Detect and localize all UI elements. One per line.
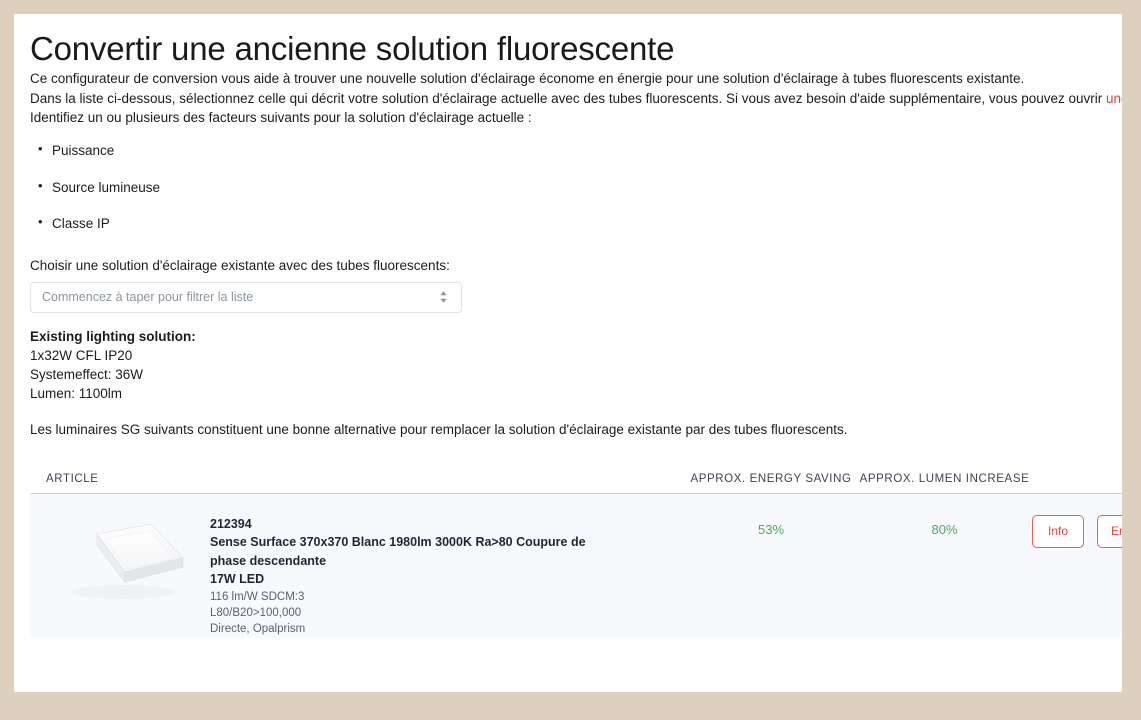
product-power: 17W LED (210, 572, 265, 587)
product-sku: 212394 (210, 516, 252, 531)
factor-list-item: Source lumineuse (38, 177, 1122, 198)
existing-solution-line-2: Systemeffect: 36W (30, 366, 144, 382)
solution-select-label: Choisir une solution d'éclairage existan… (30, 257, 450, 273)
cell-lumen-increase: 80% (931, 521, 958, 537)
page-viewport: Convertir une ancienne solution fluoresc… (0, 0, 1141, 720)
cell-energy-saving: 53% (757, 521, 785, 537)
cell-article: 212394 Sense Surface 370x370 Blanc 1980l… (30, 508, 685, 638)
product-spec-optics: Directe, Opalprism (210, 623, 306, 636)
existing-solution-block: Existing lighting solution: 1x32W CFL IP… (30, 327, 1122, 403)
factor-list: Puissance Source lumineuse Classe IP (30, 140, 1122, 234)
alternatives-intro-text: Les luminaires SG suivants constituent u… (30, 421, 848, 437)
product-info: 212394 Sense Surface 370x370 Blanc 1980l… (196, 508, 625, 638)
page-title: Convertir une ancienne solution fluoresc… (30, 30, 675, 67)
solution-select-placeholder: Commencez à taper pour filtrer la liste (42, 290, 254, 305)
intro-paragraph-2-text-before: Dans la liste ci-dessous, sélectionnez c… (30, 90, 1106, 106)
product-name: Sense Surface 370x370 Blanc 1980lm 3000K… (210, 535, 586, 568)
cell-actions: Info Enregistrer (1032, 508, 1122, 548)
results-table: ARTICLE APPROX. ENERGY SAVING APPROX. LU… (30, 459, 1122, 638)
column-header-lumen-increase: APPROX. LUMEN INCREASE (859, 472, 1030, 485)
table-header-row: ARTICLE APPROX. ENERGY SAVING APPROX. LU… (30, 459, 1122, 494)
column-header-energy-saving: APPROX. ENERGY SAVING (690, 472, 852, 485)
content-card: Convertir une ancienne solution fluoresc… (14, 14, 1122, 692)
product-thumbnail (46, 508, 196, 612)
intro-paragraph-3: Identifiez un ou plusieurs des facteurs … (30, 110, 532, 126)
content-inner: Convertir une ancienne solution fluoresc… (30, 14, 1122, 638)
existing-solution-line-1: 1x32W CFL IP20 (30, 347, 133, 363)
product-spec-lifetime: L80/B20>100,000 (210, 607, 302, 620)
intro-paragraph-1: Ce configurateur de conversion vous aide… (30, 71, 1025, 87)
product-spec-efficacy: 116 lm/W SDCM:3 (210, 590, 305, 603)
table-row: 212394 Sense Surface 370x370 Blanc 1980l… (30, 493, 1122, 638)
intro-paragraph-2: Dans la liste ci-dessous, sélectionnez c… (30, 89, 1122, 109)
overview-link[interactable]: une vue d'ensemble ici (1106, 91, 1122, 106)
existing-solution-line-3: Lumen: 1100lm (30, 385, 123, 401)
save-button[interactable]: Enregistrer (1097, 514, 1122, 548)
factor-list-item: Puissance (38, 140, 1122, 161)
info-button[interactable]: Info (1032, 514, 1084, 548)
solution-select[interactable]: Commencez à taper pour filtrer la liste (30, 281, 462, 313)
factor-list-item: Classe IP (38, 213, 1122, 234)
chevron-updown-icon (433, 287, 453, 307)
column-header-article: ARTICLE (46, 472, 99, 485)
existing-solution-heading: Existing lighting solution: (30, 328, 196, 344)
